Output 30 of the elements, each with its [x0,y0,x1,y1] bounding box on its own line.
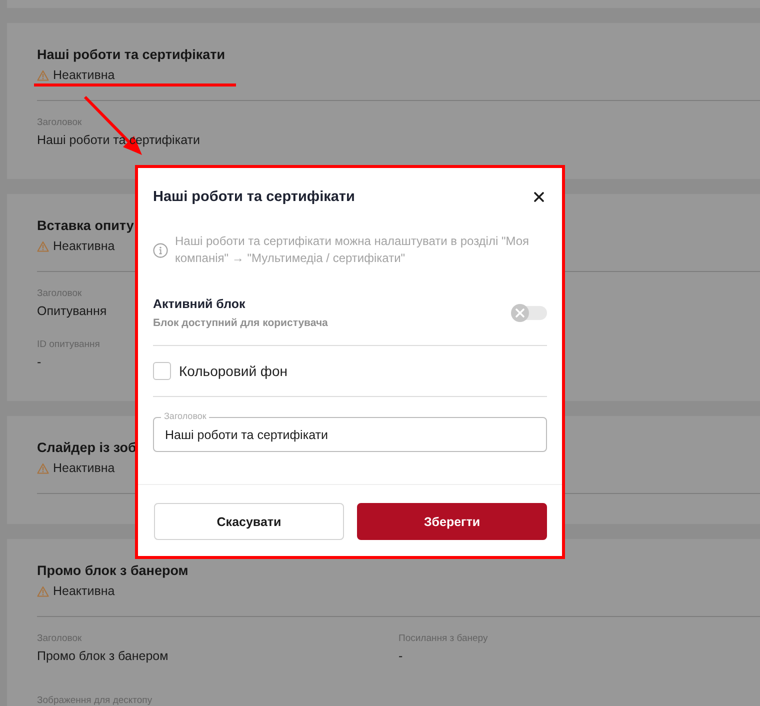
field-value: Опитування [37,303,107,320]
field-value: Промо блок з банером [37,648,168,665]
close-icon [534,192,544,202]
field-value: - [398,648,403,665]
knob-icon [511,304,529,322]
dialog-title: Наші роботи та сертифікати [153,188,355,207]
warning-icon [37,586,49,596]
checkbox[interactable] [153,362,171,380]
block-title: Наші роботи та сертифікати [37,47,226,63]
warning-icon [37,462,49,474]
status-label: Неактивна [53,460,115,477]
toggle-label: Активний блок [153,296,246,313]
status-label: Неактивна [53,583,115,600]
checkbox-label: Кольоровий фон [179,362,288,381]
block-title: Слайдер із зоб [37,440,136,456]
cancel-button[interactable]: Скасувати [154,503,344,540]
toggle-description: Блок доступний для користувача [153,316,328,330]
block-title: Промо блок з банером [37,563,188,579]
toggle-switch[interactable] [511,304,547,322]
status-label: Неактивна [53,238,115,255]
block-title: Вставка опиту [37,218,134,234]
warning-icon [37,70,49,80]
field-value: - [37,354,42,371]
field-label: Заголовок [161,411,210,422]
warning-icon [37,240,49,252]
status-label: Неактивна [53,67,115,84]
info-icon [153,242,168,258]
info-text: Наші роботи та сертифікати можна налаштувати в розділі "Моя компанія" → "Мультимедіа / сертифікати" [175,233,530,267]
save-button[interactable]: Зберегти [357,503,547,540]
close-button[interactable] [531,189,547,205]
